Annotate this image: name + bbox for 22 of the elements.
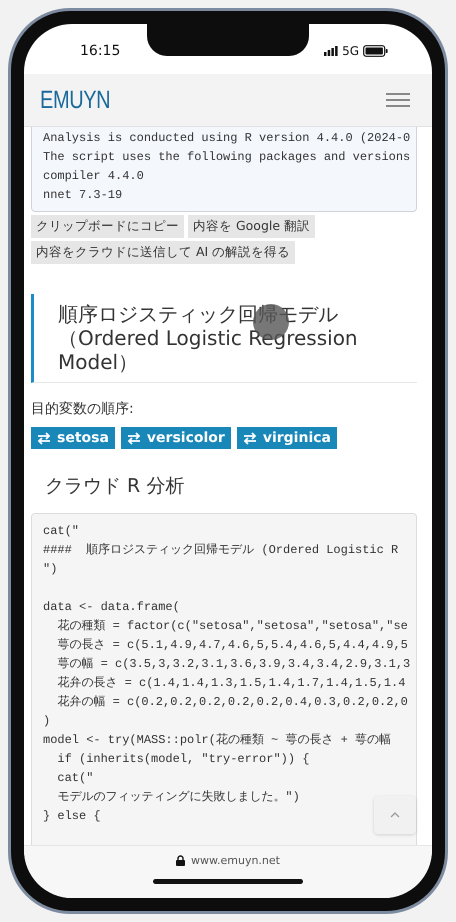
code-block: cat(" #### 順序ロジスティック回帰モデル (Ordered Logistic R ") data <- data.frame( 花の種類 = factor(c("setosa","setosa","setosa","se 萼の長さ = c(5.1,4.9,4.7,4.6,5,5.4,4.6,5,4.4,4.9,5 萼の幅 = c(3.5,3,3.2,3.1,3.6,3.9,3.4,3.4,2.9,3.1,3 花弁の長さ = c(1.4,1.4,1.3,1.5,1.4,1.7,1.4,1.5,1.4 花弁の幅 = c(0.2,0.2,0.2,0.2,0.2,0.4,0.3,0.2,0.2,0 ) model <- try(MASS::polr(花の種類 ~ 萼の長さ + 萼の幅 if (inherits(model, "try-error")) { cat(" モデルのフィッティングに失敗しました。") } else { xyxy=(31,513,417,845)
signal-icon xyxy=(324,46,338,56)
order-tag[interactable]: virginica xyxy=(236,427,337,449)
battery-icon xyxy=(363,45,388,57)
subheading: クラウド R 分析 xyxy=(45,474,186,499)
order-tag[interactable]: setosa xyxy=(31,427,115,449)
lock-icon xyxy=(176,855,186,866)
swap-arrows-icon xyxy=(242,432,257,444)
swap-arrows-icon xyxy=(37,432,51,444)
site-logo[interactable]: EMUYN xyxy=(40,86,110,114)
action-button[interactable]: 内容を Google 翻訳 xyxy=(188,215,316,238)
chevron-up-icon xyxy=(390,812,400,818)
action-button[interactable]: 内容をクラウドに送信して AI の解説を得る xyxy=(31,241,296,264)
status-time: 16:15 xyxy=(80,43,120,59)
output-box: Analysis is conducted using R version 4.4.0 (2024-0 The script uses the following packages and versions compiler 4.4.0 nnet 7.3-19 xyxy=(31,127,417,212)
network-label: 5G xyxy=(342,44,359,58)
url-text[interactable]: www.emuyn.net xyxy=(191,854,280,867)
order-label: 目的変数の順序: xyxy=(31,400,135,418)
swap-arrows-icon xyxy=(126,432,141,444)
menu-icon[interactable] xyxy=(386,92,410,108)
action-button[interactable]: クリップボードにコピー xyxy=(31,215,184,238)
order-tag[interactable]: versicolor xyxy=(120,427,231,449)
